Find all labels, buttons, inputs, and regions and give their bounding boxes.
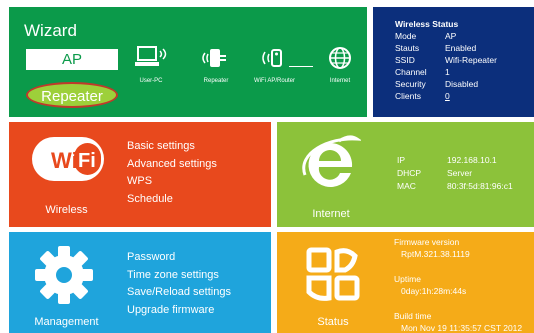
status-value: Enabled [445, 43, 477, 53]
internet-value: 192.168.10.1 [447, 155, 497, 165]
uptime-info: Uptime 0day:1h:28m:44s [394, 274, 466, 296]
internet-device: Internet [327, 45, 353, 84]
management-label: Management [34, 316, 99, 328]
internet-value: 80:3f:5d:81:96:c1 [447, 181, 513, 191]
repeater-label: Repeater [203, 78, 229, 84]
firmware-label: Firmware version [394, 237, 460, 247]
wireless-status-title: Wireless Status [395, 19, 459, 29]
wizard-panel: Wizard AP Repeater User-PC Repeater WiFi [9, 7, 367, 117]
status-value: Disabled [445, 79, 479, 89]
status-key: Channel [395, 67, 427, 77]
wifi-logo-icon: Wi Fi [32, 137, 104, 181]
wizard-title: Wizard [24, 21, 77, 40]
status-grid-icon [306, 247, 360, 301]
wireless-panel: Wi Fi Wireless Basic settings Advanced s… [9, 122, 271, 227]
clients-link[interactable]: 0 [445, 91, 450, 101]
svg-text:Fi: Fi [78, 150, 96, 172]
wireless-label: Wireless [45, 204, 88, 216]
internet-row-dhcp: DHCP Server [397, 168, 472, 178]
build-time-info: Build time Mon Nov 19 11:35:57 CST 2012 [394, 311, 522, 333]
status-panel: Status Firmware version RptM.321.38.1119… [277, 232, 534, 333]
internet-device-label: Internet [329, 78, 351, 84]
internet-key: DHCP [397, 168, 422, 178]
firmware-info: Firmware version RptM.321.38.1119 [394, 237, 470, 259]
status-value: 1 [445, 67, 450, 77]
status-row-state: Stauts Enabled [395, 43, 534, 53]
wifi-router-label: WiFi AP/Router [254, 78, 296, 84]
globe-icon [329, 47, 351, 69]
build-time-value: Mon Nov 19 11:35:57 CST 2012 [401, 323, 523, 333]
status-value: AP [445, 31, 457, 41]
internet-key: IP [397, 155, 406, 165]
build-time-label: Build time [394, 311, 432, 321]
status-row-security: Security Disabled [395, 79, 534, 89]
user-pc-label: User-PC [139, 78, 163, 84]
basic-settings-link[interactable]: Basic settings [127, 138, 217, 156]
internet-row-ip: IP 192.168.10.1 [397, 155, 497, 165]
status-row-ssid: SSID Wifi-Repeater [395, 55, 534, 65]
status-row-channel: Channel 1 [395, 67, 534, 77]
status-value: Wifi-Repeater [445, 55, 497, 65]
status-key: SSID [395, 55, 415, 65]
internet-row-mac: MAC 80:3f:5d:81:96:c1 [397, 181, 513, 191]
wifi-router-device: WiFi AP/Router [254, 45, 295, 84]
internet-panel: Internet IP 192.168.10.1 DHCP Server MAC 80… [277, 122, 534, 227]
schedule-link[interactable]: Schedule [127, 191, 217, 209]
internet-explorer-icon [302, 135, 361, 187]
repeater-mode-button[interactable]: Repeater [26, 82, 118, 108]
computer-icon [135, 46, 167, 66]
advanced-settings-link[interactable]: Advanced settings [127, 156, 217, 174]
status-key: Mode [395, 31, 417, 41]
repeater-plug-icon [202, 49, 226, 67]
internet-value: Server [447, 168, 473, 178]
save-reload-settings-link[interactable]: Save/Reload settings [127, 284, 231, 302]
svg-text:Wi: Wi [51, 148, 78, 173]
status-label: Status [317, 316, 349, 328]
repeater-device: Repeater [199, 45, 233, 84]
status-row-mode: Mode AP [395, 31, 534, 41]
status-key: Stauts [395, 43, 420, 53]
upgrade-firmware-link[interactable]: Upgrade firmware [127, 302, 231, 320]
gear-icon [35, 246, 93, 304]
management-menu: Password Time zone settings Save/Reload … [127, 249, 231, 319]
user-pc-device: User-PC [134, 45, 168, 84]
time-zone-settings-link[interactable]: Time zone settings [127, 267, 231, 285]
wireless-menu: Basic settings Advanced settings WPS Sch… [127, 138, 217, 208]
internet-key: MAC [397, 181, 416, 191]
uptime-value: 0day:1h:28m:44s [401, 286, 467, 296]
status-key: Security [395, 79, 426, 89]
wps-link[interactable]: WPS [127, 173, 217, 191]
management-panel: Management Password Time zone settings S… [9, 232, 271, 333]
router-icon [261, 49, 282, 67]
password-link[interactable]: Password [127, 249, 231, 267]
internet-label: Internet [312, 208, 350, 220]
status-row-clients: Clients 0 [395, 91, 534, 101]
firmware-value: RptM.321.38.1119 [401, 249, 470, 259]
uptime-label: Uptime [394, 274, 421, 284]
status-key: Clients [395, 91, 421, 101]
ap-mode-button[interactable]: AP [26, 49, 118, 70]
wireless-status-panel: Wireless Status Mode AP Stauts Enabled SSI… [373, 7, 534, 117]
